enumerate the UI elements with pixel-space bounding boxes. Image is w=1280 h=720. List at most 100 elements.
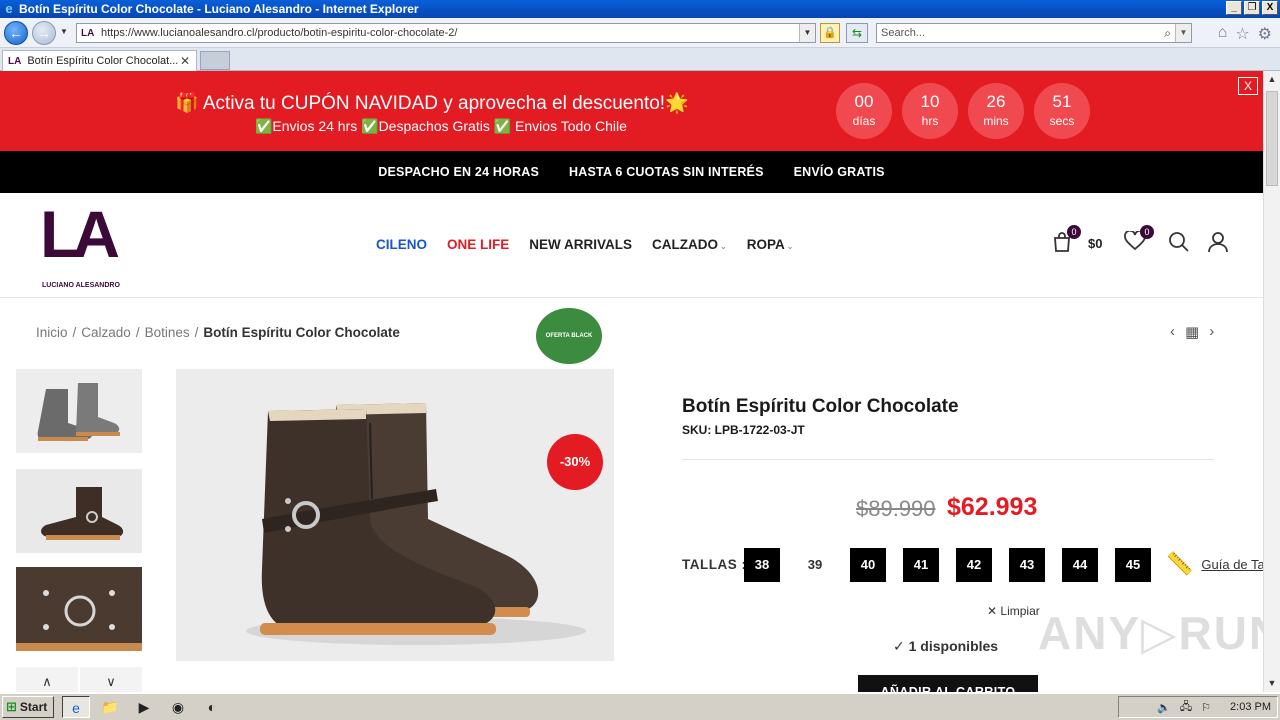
size-option-43[interactable]: 43 xyxy=(1009,548,1045,582)
lock-icon[interactable]: 🔒 xyxy=(820,23,840,43)
back-button[interactable]: ← xyxy=(4,21,28,45)
network-icon[interactable]: 🖧 xyxy=(1180,698,1192,717)
home-icon[interactable]: ⌂ xyxy=(1218,24,1228,44)
search-icon[interactable]: ⌕ xyxy=(1164,24,1171,42)
windows-logo-icon: ⊞ xyxy=(6,699,17,714)
chrome-icon[interactable]: ◉ xyxy=(164,696,192,718)
address-toolbar: ← → ▼ LA https://www.lucianoalesandro.cl… xyxy=(0,18,1280,48)
scroll-up-icon[interactable]: ▲ xyxy=(1264,71,1280,88)
scroll-down-icon[interactable]: ▼ xyxy=(1264,675,1280,692)
account-user-icon[interactable] xyxy=(1207,231,1229,259)
add-to-cart-button[interactable]: AÑADIR AL CARRITO xyxy=(858,675,1038,692)
nav-item-ropa[interactable]: ROPA ⌄ xyxy=(747,237,794,252)
stock-text: 1 disponibles xyxy=(908,638,999,654)
forward-button[interactable]: → xyxy=(32,21,56,45)
search-icon[interactable] xyxy=(1168,231,1190,259)
clear-selection-link[interactable]: ✕ Limpiar xyxy=(987,604,1040,618)
product-navigation: ‹ ▦ › xyxy=(1170,323,1214,341)
product-main-image[interactable] xyxy=(176,369,614,661)
tab-close-icon[interactable]: ✕ xyxy=(180,54,190,68)
tab-bar: LA Botín Espíritu Color Chocolat... ✕ xyxy=(0,48,1280,71)
promo-close-button[interactable]: X xyxy=(1238,77,1258,95)
breadcrumb-link-inicio[interactable]: Inicio xyxy=(36,325,68,340)
summary-divider xyxy=(682,459,1214,460)
thumbnail-up-icon[interactable]: ∧ xyxy=(16,667,78,692)
tab-favicon-icon: LA xyxy=(8,55,22,67)
nav-item-one-life[interactable]: ONE LIFE xyxy=(447,237,509,252)
size-option-38[interactable]: 38 xyxy=(744,548,780,582)
next-product-icon[interactable]: › xyxy=(1209,323,1214,341)
start-button[interactable]: ⊞ Start xyxy=(2,696,54,718)
internet-explorer-icon[interactable]: e xyxy=(62,696,90,718)
size-option-42[interactable]: 42 xyxy=(956,548,992,582)
cart-count-badge: 0 xyxy=(1067,225,1081,239)
size-selector: 38 39 40 41 42 43 44 45 xyxy=(744,548,1151,582)
history-dropdown-icon[interactable]: ▼ xyxy=(60,27,68,36)
file-explorer-icon[interactable]: 📁 xyxy=(96,696,124,718)
sizes-label: TALLAS : xyxy=(682,557,747,572)
thumbnail-down-icon[interactable]: ∨ xyxy=(80,667,142,692)
site-logo[interactable]: LA LUCIANO ALESANDRO xyxy=(40,199,130,289)
countdown-seconds: 51 secs xyxy=(1034,83,1090,139)
address-dropdown-icon[interactable]: ▼ xyxy=(799,24,815,42)
boot-thumbnail-image xyxy=(16,369,142,453)
window-titlebar: e Botín Espíritu Color Chocolate - Lucia… xyxy=(0,0,1280,18)
benefit-free-shipping: ENVÍO GRATIS xyxy=(793,165,885,179)
breadcrumb-separator: / xyxy=(194,325,199,340)
size-option-44[interactable]: 44 xyxy=(1062,548,1098,582)
page-scrollbar[interactable]: ▲ ▼ xyxy=(1263,71,1280,692)
browser-toolbar-icons: ⌂ ☆ ⚙ xyxy=(1218,24,1272,44)
size-option-40[interactable]: 40 xyxy=(850,548,886,582)
previous-product-icon[interactable]: ‹ xyxy=(1170,323,1175,341)
minimize-button[interactable]: _ xyxy=(1226,1,1242,15)
nav-item-new-arrivals[interactable]: NEW ARRIVALS xyxy=(529,237,632,252)
nav-item-calzado[interactable]: CALZADO ⌄ xyxy=(652,237,727,252)
main-navigation: CILENO ONE LIFE NEW ARRIVALS CALZADO ⌄ RO… xyxy=(376,237,793,252)
price-regular: $89.990 xyxy=(856,496,936,521)
media-player-icon[interactable]: ▶ xyxy=(130,696,158,718)
size-guide-link[interactable]: 📏 Guía de Ta xyxy=(1166,551,1263,577)
cart-total[interactable]: $0 xyxy=(1088,236,1102,251)
wishlist-count-badge: 0 xyxy=(1140,225,1154,239)
tools-gear-icon[interactable]: ⚙ xyxy=(1258,24,1272,44)
benefit-installments: HASTA 6 CUOTAS SIN INTERÉS xyxy=(569,165,764,179)
scroll-thumb[interactable] xyxy=(1266,91,1278,186)
countdown-timer: 00 días 10 hrs 26 mins 51 secs xyxy=(836,83,1090,139)
boot-product-image xyxy=(176,369,614,661)
size-option-41[interactable]: 41 xyxy=(903,548,939,582)
search-dropdown-icon[interactable]: ▼ xyxy=(1175,24,1191,42)
close-button[interactable]: X xyxy=(1262,1,1278,15)
new-tab-button[interactable] xyxy=(200,51,230,70)
address-bar[interactable]: LA https://www.lucianoalesandro.cl/produ… xyxy=(76,23,816,43)
taskbar-apps: e 📁 ▶ ◉ ◐ xyxy=(62,696,226,718)
nav-item-cileno[interactable]: CILENO xyxy=(376,237,427,252)
promo-headline: 🎁 Activa tu CUPÓN NAVIDAD y aprovecha el… xyxy=(175,93,689,114)
volume-icon[interactable]: 🔈 xyxy=(1157,701,1171,714)
favorites-star-icon[interactable]: ☆ xyxy=(1235,24,1249,44)
size-option-39[interactable]: 39 xyxy=(797,548,833,582)
nav-label: CALZADO xyxy=(652,237,719,252)
gallery-thumbnail-1[interactable] xyxy=(16,369,142,453)
url-text[interactable]: https://www.lucianoalesandro.cl/producto… xyxy=(101,27,457,39)
forward-arrow-icon: → xyxy=(37,25,51,41)
breadcrumb-link-calzado[interactable]: Calzado xyxy=(81,325,131,340)
product-sku: SKU: LPB-1722-03-JT xyxy=(682,423,805,437)
refresh-button[interactable]: ⇆ xyxy=(846,23,868,43)
grid-view-icon[interactable]: ▦ xyxy=(1185,323,1199,341)
breadcrumb-link-botines[interactable]: Botines xyxy=(145,325,190,340)
logo-brand-name: LUCIANO ALESANDRO xyxy=(42,282,120,289)
restore-button[interactable]: ❐ xyxy=(1244,1,1260,15)
clock[interactable]: 2:03 PM xyxy=(1230,701,1271,713)
edge-icon[interactable]: ◐ xyxy=(198,696,226,718)
action-center-flag-icon[interactable]: ⚐ xyxy=(1201,701,1211,714)
refresh-icon: ⇆ xyxy=(851,26,863,40)
size-guide-label: Guía de Ta xyxy=(1201,556,1263,572)
chevron-down-icon: ⌄ xyxy=(720,242,727,251)
size-option-45[interactable]: 45 xyxy=(1115,548,1151,582)
search-input[interactable]: Search... ⌕ ▼ xyxy=(876,23,1192,43)
nav-label: ROPA xyxy=(746,237,785,252)
tab-product[interactable]: LA Botín Espíritu Color Chocolat... ✕ xyxy=(2,50,197,71)
gallery-thumbnail-2[interactable] xyxy=(16,469,142,553)
promo-subline: ✅Envios 24 hrs ✅Despachos Gratis ✅ Envio… xyxy=(255,118,627,134)
gallery-thumbnail-3[interactable] xyxy=(16,567,142,651)
